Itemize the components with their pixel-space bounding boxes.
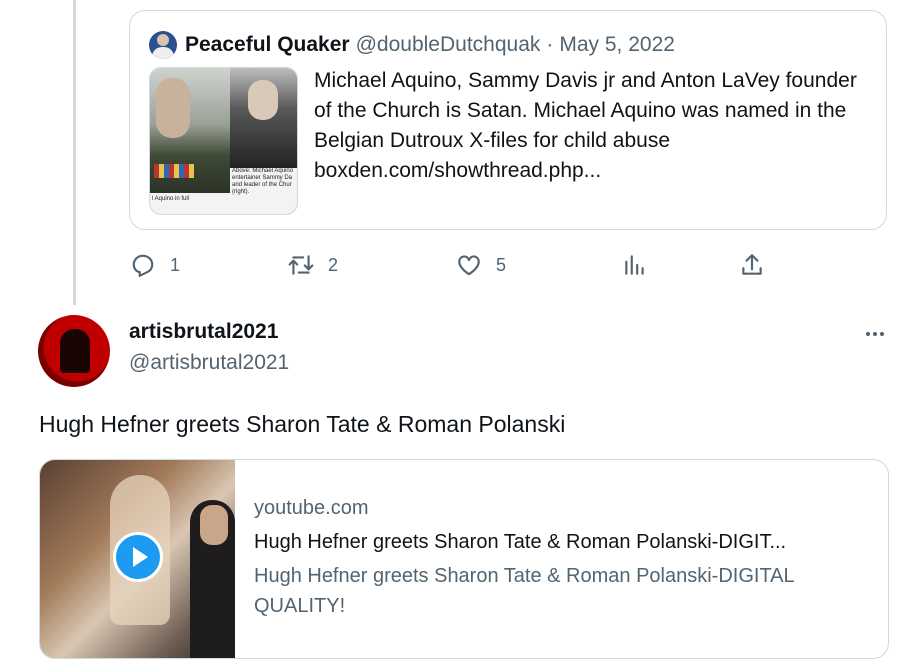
link-domain: youtube.com	[254, 497, 369, 519]
thumbnail-man-face	[200, 505, 228, 545]
quoted-image-left-face	[156, 78, 190, 138]
heart-icon	[458, 255, 480, 276]
more-dot-icon	[880, 332, 884, 336]
author-name[interactable]: artisbrutal2021	[129, 320, 278, 344]
more-dot-icon	[866, 332, 870, 336]
link-preview-card[interactable]: youtube.com Hugh Hefner greets Sharon Ta…	[39, 459, 889, 659]
like-button[interactable]: 5	[456, 250, 506, 280]
quoted-image-ribbons	[154, 164, 194, 178]
author-avatar[interactable]	[38, 315, 110, 387]
retweet-count: 2	[328, 254, 339, 275]
link-description: Hugh Hefner greets Sharon Tate & Roman P…	[254, 565, 794, 617]
more-options-button[interactable]	[860, 324, 890, 344]
thread-connector-line	[73, 0, 76, 305]
share-button[interactable]	[739, 250, 765, 280]
quoted-image-caption-left: l Aquino in full	[152, 196, 190, 202]
tweet-text: Hugh Hefner greets Sharon Tate & Roman P…	[39, 411, 566, 437]
reply-icon	[132, 254, 154, 277]
quoted-image-right-face	[248, 80, 278, 120]
video-thumbnail[interactable]	[40, 460, 235, 658]
avatar-silhouette	[60, 329, 90, 373]
like-count: 5	[496, 254, 507, 275]
author-handle[interactable]: @artisbrutal2021	[129, 351, 289, 375]
quoted-tweet-header: Peaceful Quaker @doubleDutchquak · May 5…	[149, 29, 675, 61]
link-title: Hugh Hefner greets Sharon Tate & Roman P…	[254, 531, 787, 553]
quoted-tweet-card[interactable]: Peaceful Quaker @doubleDutchquak · May 5…	[129, 10, 887, 230]
analytics-icon	[625, 255, 644, 275]
quoted-author-name[interactable]: Peaceful Quaker	[185, 33, 350, 57]
quoted-author-handle[interactable]: @doubleDutchquak	[356, 33, 541, 57]
tweet-action-bar: 1 2 5	[130, 250, 770, 280]
quoted-separator: ·	[546, 33, 554, 56]
reply-button[interactable]: 1	[130, 250, 180, 280]
retweet-icon	[288, 255, 314, 275]
quoted-author-avatar[interactable]	[149, 31, 177, 59]
quoted-tweet-text: Michael Aquino, Sammy Davis jr and Anton…	[314, 69, 857, 182]
share-icon	[742, 254, 762, 275]
play-icon[interactable]	[113, 532, 163, 582]
retweet-button[interactable]: 2	[288, 250, 338, 280]
quoted-tweet-date[interactable]: May 5, 2022	[559, 33, 675, 57]
quoted-tweet-image[interactable]: Above: Michael Aquino entertainer Sammy …	[149, 67, 298, 215]
quoted-image-caption: Above: Michael Aquino entertainer Sammy …	[232, 168, 294, 195]
reply-count: 1	[170, 254, 181, 275]
more-dot-icon	[873, 332, 877, 336]
analytics-button[interactable]	[622, 250, 648, 280]
